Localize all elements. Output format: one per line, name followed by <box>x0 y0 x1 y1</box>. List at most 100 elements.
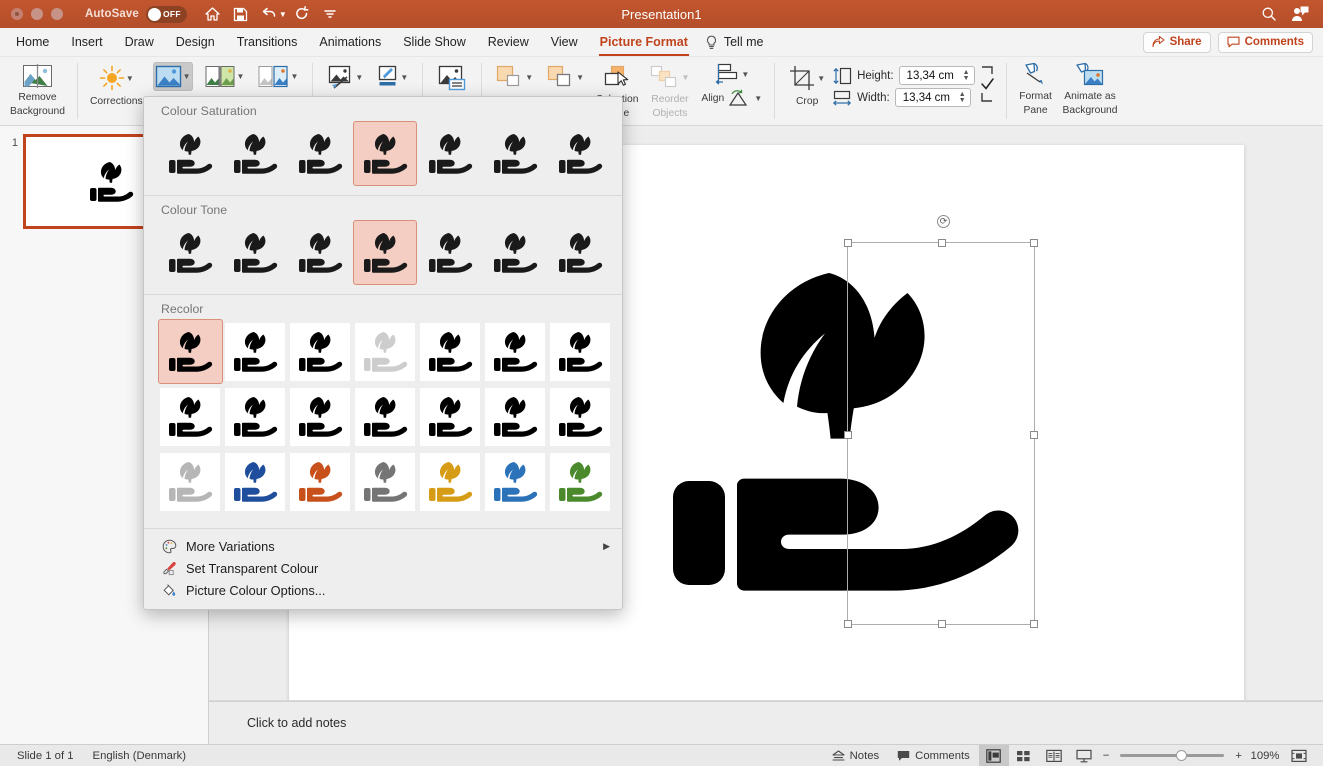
artistic-effects-iconbtn[interactable]: ▼ <box>203 62 247 91</box>
colour-option-recolor-dark-variant-1[interactable] <box>482 319 547 384</box>
alt-text-iconbtn[interactable] <box>435 62 469 95</box>
colour-option-recolor-grayscale[interactable] <box>223 319 288 384</box>
animate-as-background-button[interactable]: Animate as Background <box>1058 59 1123 116</box>
zoom-slider[interactable] <box>1120 750 1225 761</box>
tab-picture-format[interactable]: Picture Format <box>589 28 699 57</box>
colour-option-recolor-gold[interactable] <box>417 449 482 514</box>
resize-handle-middle-right[interactable] <box>1030 431 1038 439</box>
tab-review[interactable]: Review <box>477 28 540 57</box>
bring-forward-iconbtn[interactable]: ▼ <box>494 62 535 92</box>
language-label[interactable]: English (Denmark) <box>93 750 187 762</box>
recolor-row-1[interactable] <box>144 319 622 384</box>
search-icon[interactable] <box>1261 6 1277 22</box>
corrections-button[interactable]: ▼ Corrections <box>85 59 148 108</box>
comments-button[interactable]: Comments <box>1217 31 1313 53</box>
colour-option-saturation-33[interactable] <box>223 121 288 186</box>
transparency-button[interactable]: ▼ <box>251 59 305 91</box>
colour-option-saturation-300[interactable] <box>482 121 547 186</box>
colour-option-recolor-dark-variant-2[interactable] <box>547 319 612 384</box>
undo-dropdown-caret[interactable]: ▼ <box>279 10 287 19</box>
redo-icon[interactable] <box>290 3 315 25</box>
autosave-control[interactable]: AutoSave OFF <box>85 5 187 23</box>
resize-handle-bottom-right[interactable] <box>1030 620 1038 628</box>
corrections-caret-icon[interactable]: ▼ <box>126 74 134 83</box>
colour-option-recolor-dark-blue[interactable] <box>223 449 288 514</box>
colour-option-recolor-dark-variant-6[interactable] <box>353 384 418 449</box>
colour-iconbtn[interactable]: ▼ <box>152 62 193 91</box>
window-controls[interactable] <box>0 8 63 20</box>
maximize-window-button[interactable] <box>51 8 63 20</box>
recolor-row-2[interactable] <box>144 384 622 449</box>
transparency-caret-icon[interactable]: ▼ <box>290 72 298 81</box>
tab-home[interactable]: Home <box>5 28 60 57</box>
colour-option-tone-7200k[interactable] <box>417 220 482 285</box>
width-input[interactable]: 13,34 cm ▲ ▼ <box>894 88 971 107</box>
customize-toolbar-icon[interactable] <box>318 3 343 25</box>
zoom-slider-knob[interactable] <box>1176 750 1188 761</box>
gallery-colour-tone[interactable] <box>144 220 622 294</box>
menu-item-set-transparent-colour[interactable]: Set Transparent Colour <box>144 557 622 579</box>
colour-option-recolor-grey[interactable] <box>353 449 418 514</box>
colour-option-recolor-no-recolor[interactable] <box>158 319 223 384</box>
tab-transitions[interactable]: Transitions <box>226 28 309 57</box>
width-stepper[interactable]: ▲ ▼ <box>959 91 966 104</box>
reading-view-icon[interactable] <box>1039 745 1069 766</box>
gallery-colour-saturation[interactable] <box>144 121 622 195</box>
minimize-window-button[interactable] <box>31 8 43 20</box>
colour-option-recolor-dark-variant-3[interactable] <box>158 384 223 449</box>
colour-option-recolor-dark-variant-5[interactable] <box>288 384 353 449</box>
bring-forward-button[interactable]: ▼ <box>489 59 540 92</box>
colour-option-recolor-black-white[interactable] <box>417 319 482 384</box>
colour-option-recolor-washout[interactable] <box>353 319 418 384</box>
colour-option-saturation-200[interactable] <box>417 121 482 186</box>
tab-animations[interactable]: Animations <box>308 28 392 57</box>
autosave-toggle[interactable]: OFF <box>145 5 187 23</box>
colour-option-tone-4700k[interactable] <box>158 220 223 285</box>
notes-pane[interactable]: Click to add notes <box>209 701 1323 744</box>
colour-option-recolor-green[interactable] <box>547 449 612 514</box>
crop-caret-icon[interactable]: ▼ <box>817 74 825 83</box>
colour-button[interactable]: ▼ <box>148 59 198 91</box>
zoom-in-button[interactable]: + <box>1231 745 1246 766</box>
rotate-caret-icon[interactable]: ▼ <box>754 94 762 103</box>
alt-text-button[interactable] <box>430 59 474 95</box>
colour-dropdown-menu[interactable]: Colour Saturation Colour Tone Recolor Mo… <box>143 96 623 610</box>
align-iconbtn[interactable]: ▼ <box>712 60 751 88</box>
colour-option-recolor-sepia[interactable] <box>288 319 353 384</box>
zoom-out-button[interactable]: − <box>1099 745 1114 766</box>
bring-forward-caret-icon[interactable]: ▼ <box>525 73 533 82</box>
recolor-row-3[interactable] <box>144 449 622 523</box>
resize-handle-top-right[interactable] <box>1030 239 1038 247</box>
align-caret-icon[interactable]: ▼ <box>741 70 749 79</box>
colour-option-tone-5900k[interactable] <box>288 220 353 285</box>
account-icon[interactable] <box>1291 6 1309 22</box>
crop-iconbtn[interactable]: ▼ <box>787 62 827 94</box>
picture-border-caret-icon[interactable]: ▼ <box>400 73 408 82</box>
undo-icon[interactable] <box>256 3 281 25</box>
picture-styles-caret-icon[interactable]: ▼ <box>355 73 363 82</box>
colour-option-tone-5300k[interactable] <box>223 220 288 285</box>
tab-draw[interactable]: Draw <box>114 28 165 57</box>
slide-sorter-icon[interactable] <box>1009 745 1039 766</box>
resize-handle-middle-left[interactable] <box>844 431 852 439</box>
colour-option-recolor-orange[interactable] <box>288 449 353 514</box>
normal-view-icon[interactable] <box>978 744 1009 766</box>
colour-option-recolor-dark-variant-9[interactable] <box>547 384 612 449</box>
resize-handle-bottom-center[interactable] <box>938 620 946 628</box>
align-button[interactable]: ▼ Align ▼ <box>696 59 767 107</box>
transparency-iconbtn[interactable]: ▼ <box>256 62 300 91</box>
colour-caret-icon[interactable]: ▼ <box>183 72 191 81</box>
fit-slide-icon[interactable] <box>1284 745 1314 766</box>
resize-handle-bottom-left[interactable] <box>844 620 852 628</box>
selection-pane-iconbtn[interactable] <box>601 62 633 92</box>
picture-border-iconbtn[interactable]: ▼ <box>375 62 410 92</box>
corrections-iconbtn[interactable]: ▼ <box>97 62 136 94</box>
colour-option-recolor-light-grey[interactable] <box>158 449 223 514</box>
picture-styles-iconbtn[interactable]: ▼ <box>325 62 365 92</box>
picture-styles-button[interactable]: ▼ <box>320 59 370 92</box>
height-stepper[interactable]: ▲ ▼ <box>963 69 970 82</box>
zoom-level-label[interactable]: 109% <box>1246 750 1284 762</box>
colour-option-saturation-400[interactable] <box>547 121 612 186</box>
send-backward-button[interactable]: ▼ <box>540 59 591 92</box>
tab-design[interactable]: Design <box>165 28 226 57</box>
